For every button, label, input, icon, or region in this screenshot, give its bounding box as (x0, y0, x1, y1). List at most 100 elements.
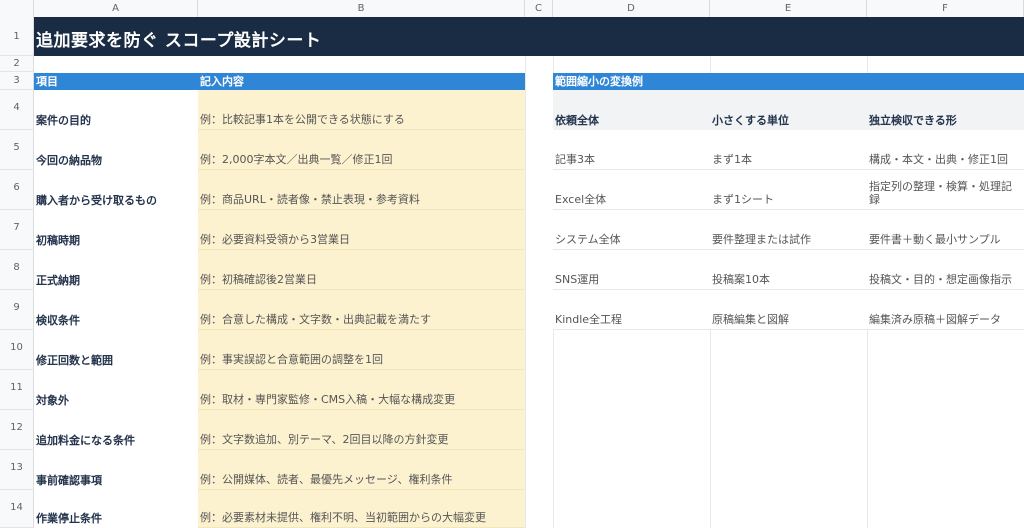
item-label: 作業停止条件 (36, 512, 102, 525)
cell-item[interactable]: 事前確認事項 (34, 450, 198, 490)
cell-whole[interactable]: Excel全体 (553, 170, 710, 210)
row-header-14[interactable]: 14 (0, 490, 34, 528)
cell-label: 指定列の整理・検算・処理記録 (869, 180, 1012, 206)
row-header-2[interactable]: 2 (0, 56, 34, 72)
content-label: 例：公開媒体、読者、最優先メッセージ、権利条件 (200, 473, 453, 486)
column-header-b[interactable]: B (198, 0, 525, 17)
row-header-1[interactable]: 1 (0, 17, 34, 56)
row-header-3[interactable]: 3 (0, 72, 34, 90)
content-label: 例：初稿確認後2営業日 (200, 273, 317, 286)
cell-item[interactable]: 購入者から受け取るもの (34, 170, 198, 210)
header-label: 独立検収できる形 (869, 114, 957, 127)
cell-content[interactable]: 例：商品URL・読者像・禁止表現・参考資料 (198, 170, 525, 210)
row-header-6[interactable]: 6 (0, 170, 34, 210)
cell-label: 投稿文・目的・想定画像指示 (869, 273, 1012, 286)
conversion-examples-header[interactable]: 範囲縮小の変換例 (553, 73, 1024, 90)
cell-label: 要件書＋動く最小サンプル (869, 233, 1001, 246)
cell-label: まず1本 (712, 153, 752, 166)
cell-content[interactable]: 例：初稿確認後2営業日 (198, 250, 525, 290)
cell-form[interactable]: 編集済み原稿＋図解データ (867, 290, 1024, 330)
cell-content[interactable]: 例：必要素材未提供、権利不明、当初範囲からの大幅変更 (198, 490, 525, 528)
cell-unit[interactable]: 要件整理または試作 (710, 210, 867, 250)
item-label: 検収条件 (36, 314, 80, 327)
row-header-4[interactable]: 4 (0, 90, 34, 130)
column-header-c[interactable]: C (525, 0, 553, 17)
row-header-8[interactable]: 8 (0, 250, 34, 290)
content-label: 例：商品URL・読者像・禁止表現・参考資料 (200, 193, 420, 206)
cell-label: 編集済み原稿＋図解データ (869, 313, 1001, 326)
item-label: 今回の納品物 (36, 154, 102, 167)
cell-content[interactable]: 例：取材・専門家監修・CMS入稿・大幅な構成変更 (198, 370, 525, 410)
sheet-title: 追加要求を防ぐ スコープ設計シート (36, 31, 322, 51)
row-header-7[interactable]: 7 (0, 210, 34, 250)
cell-form[interactable]: 指定列の整理・検算・処理記録 (867, 170, 1024, 210)
cell-item[interactable]: 正式納期 (34, 250, 198, 290)
header-item[interactable]: 項目 (34, 73, 198, 90)
cell-label: 要件整理または試作 (712, 233, 811, 246)
cell-item[interactable]: 初稿時期 (34, 210, 198, 250)
row-header-9[interactable]: 9 (0, 290, 34, 330)
content-label: 例：事実誤認と合意範囲の調整を1回 (200, 353, 383, 366)
header-label: 小さくする単位 (712, 114, 789, 127)
column-header-e[interactable]: E (710, 0, 867, 17)
column-header-f[interactable]: F (867, 0, 1024, 17)
item-label: 修正回数と範囲 (36, 354, 113, 367)
cell-item[interactable]: 修正回数と範囲 (34, 330, 198, 370)
cell-label: システム全体 (555, 233, 621, 246)
cell-whole[interactable]: SNS運用 (553, 250, 710, 290)
cell-item[interactable]: 検収条件 (34, 290, 198, 330)
column-header-bar: A B C D E F (0, 0, 1024, 18)
cell-whole[interactable]: 記事3本 (553, 130, 710, 170)
item-label: 対象外 (36, 394, 69, 407)
content-label: 例：合意した構成・文字数・出典記載を満たす (200, 313, 431, 326)
cell-unit[interactable]: 投稿案10本 (710, 250, 867, 290)
cell-whole[interactable]: システム全体 (553, 210, 710, 250)
item-label: 案件の目的 (36, 114, 91, 127)
cell-content[interactable]: 例：2,000字本文／出典一覧／修正1回 (198, 130, 525, 170)
item-label: 追加料金になる条件 (36, 434, 135, 447)
item-label: 事前確認事項 (36, 474, 102, 487)
cell-label: まず1シート (712, 193, 774, 206)
cell-form[interactable]: 構成・本文・出典・修正1回 (867, 130, 1024, 170)
cell-item[interactable]: 作業停止条件 (34, 490, 198, 528)
cell-form[interactable]: 要件書＋動く最小サンプル (867, 210, 1024, 250)
cell-item[interactable]: 追加料金になる条件 (34, 410, 198, 450)
select-all-corner[interactable] (0, 0, 34, 17)
cell-label: Excel全体 (555, 193, 607, 206)
cell-label: 記事3本 (555, 153, 595, 166)
header-independent-form[interactable]: 独立検収できる形 (867, 90, 1024, 130)
column-header-d[interactable]: D (553, 0, 710, 17)
cell-unit[interactable]: まず1本 (710, 130, 867, 170)
cell-content[interactable]: 例：事実誤認と合意範囲の調整を1回 (198, 330, 525, 370)
row-header-11[interactable]: 11 (0, 370, 34, 410)
cell-content[interactable]: 例：必要資料受領から3営業日 (198, 210, 525, 250)
cell-item[interactable]: 今回の納品物 (34, 130, 198, 170)
cell-content[interactable]: 例：文字数追加、別テーマ、2回目以降の方針変更 (198, 410, 525, 450)
content-label: 例：2,000字本文／出典一覧／修正1回 (200, 153, 393, 166)
cell-label: Kindle全工程 (555, 313, 623, 326)
cell-content[interactable]: 例：比較記事1本を公開できる状態にする (198, 90, 525, 130)
cell-whole[interactable]: Kindle全工程 (553, 290, 710, 330)
cell-label: 投稿案10本 (712, 273, 770, 286)
cell-label: 原稿編集と図解 (712, 313, 789, 326)
row-header-13[interactable]: 13 (0, 450, 34, 490)
cell-unit[interactable]: まず1シート (710, 170, 867, 210)
cell-item[interactable]: 案件の目的 (34, 90, 198, 130)
cell-item[interactable]: 対象外 (34, 370, 198, 410)
content-label: 例：取材・専門家監修・CMS入稿・大幅な構成変更 (200, 393, 456, 406)
item-label: 正式納期 (36, 274, 80, 287)
header-label: 依頼全体 (555, 114, 599, 127)
header-smaller-unit[interactable]: 小さくする単位 (710, 90, 867, 130)
cell-unit[interactable]: 原稿編集と図解 (710, 290, 867, 330)
content-label: 例：必要素材未提供、権利不明、当初範囲からの大幅変更 (200, 511, 486, 524)
cell-form[interactable]: 投稿文・目的・想定画像指示 (867, 250, 1024, 290)
column-header-a[interactable]: A (34, 0, 198, 17)
cell-content[interactable]: 例：公開媒体、読者、最優先メッセージ、権利条件 (198, 450, 525, 490)
row-header-10[interactable]: 10 (0, 330, 34, 370)
row-header-5[interactable]: 5 (0, 130, 34, 170)
cell-content[interactable]: 例：合意した構成・文字数・出典記載を満たす (198, 290, 525, 330)
header-whole-request[interactable]: 依頼全体 (553, 90, 710, 130)
gridline (525, 56, 526, 528)
header-content[interactable]: 記入内容 (198, 73, 525, 90)
row-header-12[interactable]: 12 (0, 410, 34, 450)
